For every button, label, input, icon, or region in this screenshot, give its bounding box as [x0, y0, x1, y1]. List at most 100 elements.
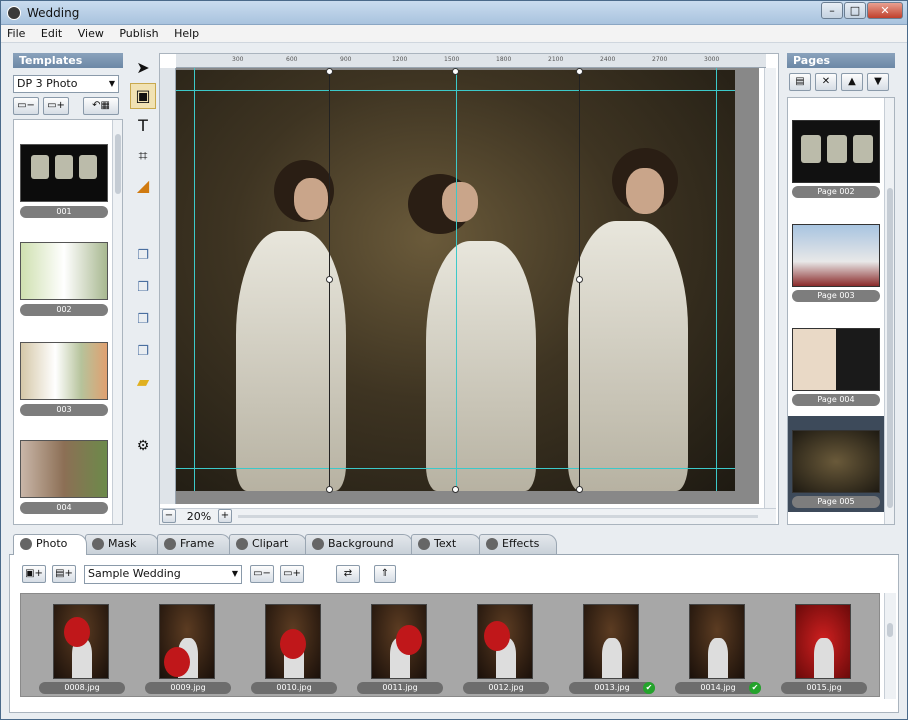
photo-strip-scrollbar[interactable] — [884, 593, 896, 699]
fill-color-icon[interactable]: ▰ — [130, 369, 156, 395]
hscroll-track[interactable] — [238, 515, 758, 518]
resize-handle[interactable] — [576, 68, 583, 75]
crop-tool-icon[interactable]: ⌗ — [130, 143, 156, 169]
template-label: 001 — [20, 206, 108, 218]
text-tool-icon[interactable]: T — [130, 113, 156, 139]
move-page-down-icon[interactable]: ▼ — [867, 73, 889, 91]
bring-forward-icon[interactable]: ❐ — [130, 243, 156, 269]
photo-thumb[interactable] — [265, 604, 321, 679]
menu-publish[interactable]: Publish — [113, 25, 164, 42]
canvas-area: 300 600 900 1200 1500 1800 2100 2400 270… — [159, 53, 779, 525]
page-thumb-005[interactable] — [792, 430, 880, 493]
tab-label: Mask — [108, 537, 137, 550]
photo-thumb[interactable] — [795, 604, 851, 679]
image-tool-icon[interactable]: ▣ — [130, 83, 156, 109]
photo-thumb[interactable] — [371, 604, 427, 679]
page-thumb-003[interactable] — [792, 224, 880, 287]
album-dropdown[interactable]: Sample Wedding ▼ — [84, 565, 242, 584]
menu-view[interactable]: View — [72, 25, 110, 42]
menu-help[interactable]: Help — [168, 25, 205, 42]
resize-handle[interactable] — [326, 486, 333, 493]
photo-thumb[interactable] — [53, 604, 109, 679]
swap-photo-icon[interactable]: ⇄ — [336, 565, 360, 583]
menu-file[interactable]: File — [1, 25, 31, 42]
page-thumb-002[interactable] — [792, 120, 880, 183]
add-folder-icon[interactable]: ▭+ — [280, 565, 304, 583]
app-icon — [7, 6, 21, 20]
maximize-button[interactable]: □ — [844, 2, 866, 19]
bride-figure — [426, 241, 536, 491]
send-backward-icon[interactable]: ❐ — [130, 339, 156, 365]
shape-tool-icon[interactable]: ◢ — [130, 173, 156, 199]
mask-icon — [92, 538, 104, 550]
tab-clipart[interactable]: Clipart — [229, 534, 307, 554]
photo-thumb[interactable] — [159, 604, 215, 679]
zoom-in-button[interactable]: + — [218, 509, 232, 523]
scroll-thumb[interactable] — [887, 188, 893, 508]
move-page-up-icon[interactable]: ▲ — [841, 73, 863, 91]
tab-text[interactable]: Text — [411, 534, 481, 554]
close-button[interactable]: ✕ — [867, 2, 903, 19]
effects-icon — [486, 538, 498, 550]
add-photo-icon[interactable]: ▣+ — [22, 565, 46, 583]
select-move-icon[interactable]: ➤ — [130, 55, 156, 81]
template-set-dropdown[interactable]: DP 3 Photo ▼ — [13, 75, 119, 93]
template-thumb-001[interactable] — [20, 144, 108, 202]
add-page-icon[interactable]: ▤ — [789, 73, 811, 91]
import-photo-icon[interactable]: ⇑ — [374, 565, 396, 583]
ruler-tick: 1500 — [444, 56, 460, 63]
delete-page-icon[interactable]: ✕ — [815, 73, 837, 91]
zoom-out-button[interactable]: − — [162, 509, 176, 523]
bride-figure — [568, 221, 688, 491]
star-icon — [236, 538, 248, 550]
apply-template-button[interactable]: ↶▦ — [83, 97, 119, 115]
tab-mask[interactable]: Mask — [85, 534, 159, 554]
tab-label: Text — [434, 537, 457, 550]
add-template-button[interactable]: ▭+ — [43, 97, 69, 115]
tab-label: Clipart — [252, 537, 289, 550]
resize-handle[interactable] — [326, 276, 333, 283]
template-thumb-004[interactable] — [20, 440, 108, 498]
photo-label: 0011.jpg — [357, 682, 443, 694]
send-to-back-icon[interactable]: ❐ — [130, 307, 156, 333]
zoom-level: 20% — [186, 510, 212, 523]
tab-photo[interactable]: Photo — [13, 534, 87, 555]
resize-handle[interactable] — [576, 486, 583, 493]
page-thumb-004[interactable] — [792, 328, 880, 391]
resize-handle[interactable] — [326, 68, 333, 75]
template-thumb-002[interactable] — [20, 242, 108, 300]
remove-folder-icon[interactable]: ▭− — [250, 565, 274, 583]
page-label: Page 004 — [792, 394, 880, 406]
bring-to-front-icon[interactable]: ❐ — [130, 275, 156, 301]
settings-icon[interactable]: ⚙ — [130, 433, 156, 459]
face — [294, 178, 328, 220]
template-scrollbar[interactable] — [112, 120, 122, 524]
ruler-tick: 2700 — [652, 56, 668, 63]
pages-scrollbar[interactable] — [884, 98, 894, 524]
resize-handle[interactable] — [452, 68, 459, 75]
page-label: Page 005 — [792, 496, 880, 508]
menu-bar: File Edit View Publish Help — [1, 25, 907, 43]
photo-thumb[interactable] — [689, 604, 745, 679]
minimize-button[interactable]: – — [821, 2, 843, 19]
page-canvas[interactable] — [176, 68, 759, 504]
resize-handle[interactable] — [576, 276, 583, 283]
resize-handle[interactable] — [452, 486, 459, 493]
remove-template-button[interactable]: ▭− — [13, 97, 39, 115]
ruler-tick: 300 — [232, 56, 244, 63]
canvas-vscroll[interactable] — [764, 68, 776, 508]
tab-background[interactable]: Background — [305, 534, 413, 554]
scroll-thumb[interactable] — [115, 134, 121, 194]
template-thumb-003[interactable] — [20, 342, 108, 400]
scroll-thumb[interactable] — [887, 623, 893, 637]
tab-effects[interactable]: Effects — [479, 534, 557, 554]
photo-thumb[interactable] — [477, 604, 533, 679]
add-photos-icon[interactable]: ▤+ — [52, 565, 76, 583]
photo-thumb[interactable] — [583, 604, 639, 679]
template-label: 002 — [20, 304, 108, 316]
templates-header: Templates — [13, 53, 123, 68]
menu-edit[interactable]: Edit — [35, 25, 68, 42]
title-bar: Wedding – □ ✕ — [1, 1, 907, 25]
guide-line — [456, 68, 457, 491]
tab-frame[interactable]: Frame — [157, 534, 231, 554]
